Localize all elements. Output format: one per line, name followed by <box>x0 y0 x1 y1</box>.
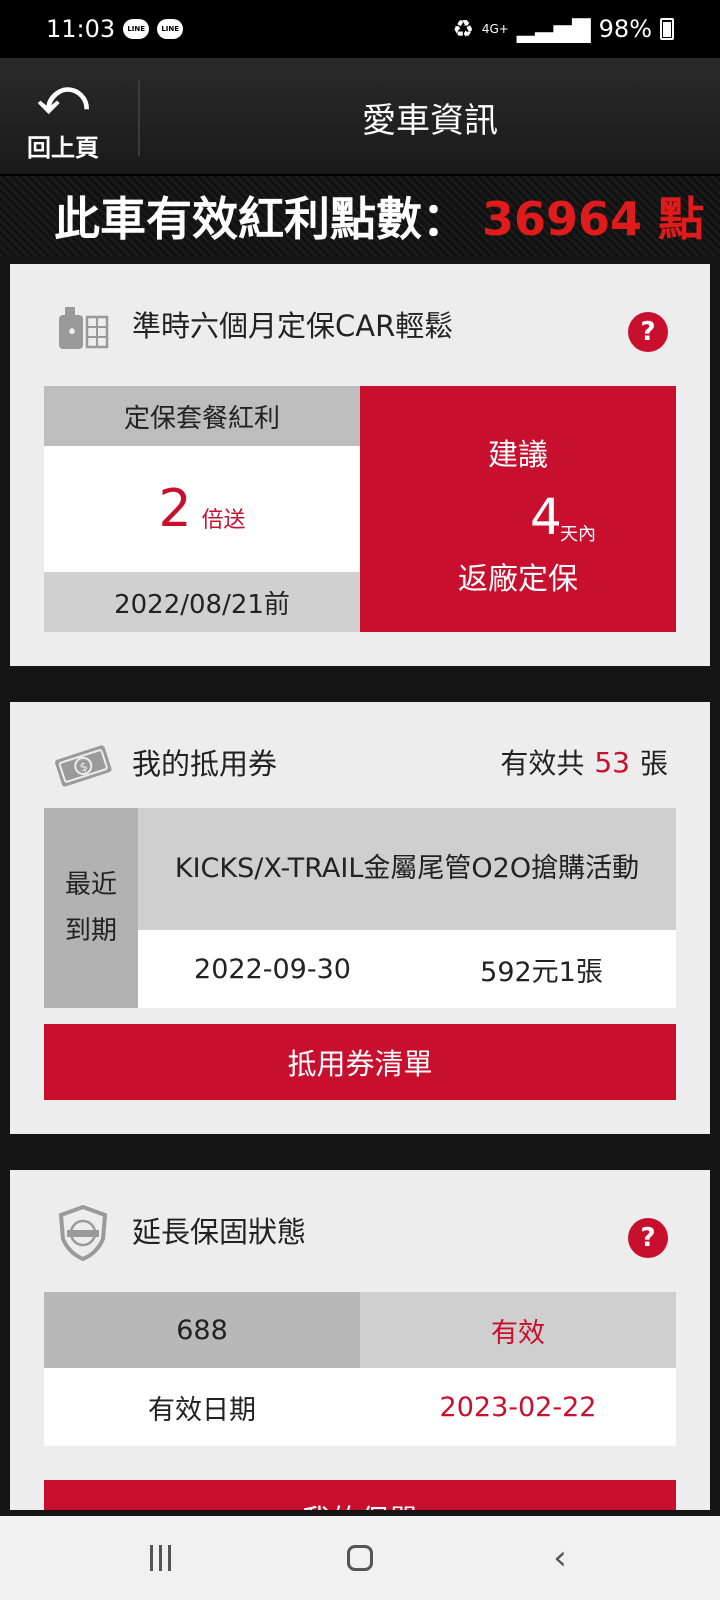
battery-level: 98% <box>598 15 652 43</box>
app-header: ⤺ 回上頁 愛車資訊 <box>0 58 720 176</box>
home-icon <box>347 1545 373 1571</box>
home-button[interactable] <box>320 1528 400 1588</box>
nearest-expiry-label: 最近 到期 <box>44 808 138 1008</box>
bonus-multiplier-unit: 倍送 <box>201 508 246 533</box>
suggest-days-unit: 天內 <box>560 524 596 545</box>
signal-icon: ▂▃▅▇ <box>516 15 591 43</box>
maintenance-title: 準時六個月定保CAR輕鬆 <box>132 309 454 343</box>
warranty-code: 688 <box>44 1292 360 1368</box>
recent-apps-icon[interactable] <box>120 1528 200 1588</box>
warranty-card: 延長保固狀態 ? 688 有效 有效日期 2023-02-22 我的保單 <box>10 1170 710 1510</box>
coupon-expiry: 2022-09-30 <box>194 953 351 985</box>
points-label: 此車有效紅利點數： <box>54 192 468 246</box>
coupons-card: $ 我的抵用券 有效共 53 張 最近 到期 KICKS/X-TRAIL金屬尾管O… <box>10 702 710 1134</box>
battery-icon <box>660 18 674 40</box>
suggest-days: 4 <box>530 488 562 546</box>
back-button[interactable]: ⤺ 回上頁 <box>18 70 108 166</box>
warranty-status: 有效 <box>360 1292 676 1368</box>
warranty-title: 延長保固狀態 <box>132 1215 307 1249</box>
back-arrow-icon: ⤺ <box>37 69 89 125</box>
warranty-date-label: 有效日期 <box>148 1394 256 1426</box>
status-bar: 11:03 LINE LINE ♻ 4G+ ▂▃▅▇ 98% <box>0 0 720 58</box>
bonus-points-banner: 此車有效紅利點數： 36964 點 <box>0 176 720 256</box>
nissan-shield-icon <box>52 1205 114 1261</box>
line-notification-icon: LINE <box>123 19 150 39</box>
recycle-icon: ♻ <box>452 15 474 43</box>
nearest-coupon[interactable]: 最近 到期 KICKS/X-TRAIL金屬尾管O2O搶購活動 2022-09-30… <box>44 808 676 1008</box>
maintenance-card: 準時六個月定保CAR輕鬆 ? 定保套餐紅利 2 倍送 2022/08/21前 建… <box>10 264 710 666</box>
dollar-bill-icon: $ <box>52 738 114 792</box>
coupon-count-prefix: 有效共 <box>500 747 585 780</box>
help-question-icon[interactable]: ? <box>628 1218 668 1258</box>
suggest-action: 返廠定保 <box>458 562 578 597</box>
bonus-multiplier: 2 <box>158 479 192 539</box>
help-question-icon[interactable]: ? <box>628 312 668 352</box>
back-label: 回上頁 <box>27 134 99 162</box>
coupon-count-number: 53 <box>594 745 630 779</box>
coupon-list-button[interactable]: 抵用券清單 <box>44 1024 676 1100</box>
line-notification-icon: LINE <box>157 19 184 39</box>
maintenance-suggestion-panel: 建議 4 天內 返廠定保 <box>360 386 676 632</box>
bonus-deadline: 2022/08/21前 <box>44 572 360 632</box>
network-type: 4G+ <box>481 22 509 36</box>
bonus-header: 定保套餐紅利 <box>44 386 360 446</box>
back-nav-icon[interactable]: ‹ <box>520 1528 600 1588</box>
coupon-value: 592元1張 <box>480 956 603 988</box>
oil-can-icon <box>52 300 114 354</box>
page-title: 愛車資訊 <box>362 100 498 141</box>
system-nav-bar: ‹ <box>0 1516 720 1600</box>
maintenance-bonus-panel: 定保套餐紅利 2 倍送 2022/08/21前 建議 4 天內 返廠定保 <box>44 386 676 632</box>
points-value: 36964 點 <box>482 192 705 246</box>
coupon-name: KICKS/X-TRAIL金屬尾管O2O搶購活動 <box>138 808 676 930</box>
bonus-multiplier-panel: 定保套餐紅利 2 倍送 2022/08/21前 <box>44 386 360 632</box>
coupon-count-unit: 張 <box>639 747 668 780</box>
warranty-date: 2023-02-22 <box>439 1391 597 1423</box>
my-policy-button[interactable]: 我的保單 <box>44 1480 676 1510</box>
status-time: 11:03 <box>46 15 116 43</box>
suggest-label: 建議 <box>488 438 548 473</box>
warranty-table: 688 有效 有效日期 2023-02-22 <box>44 1292 676 1446</box>
coupon-count: 有效共 53 張 <box>500 702 668 822</box>
coupons-title: 我的抵用券 <box>132 747 278 781</box>
